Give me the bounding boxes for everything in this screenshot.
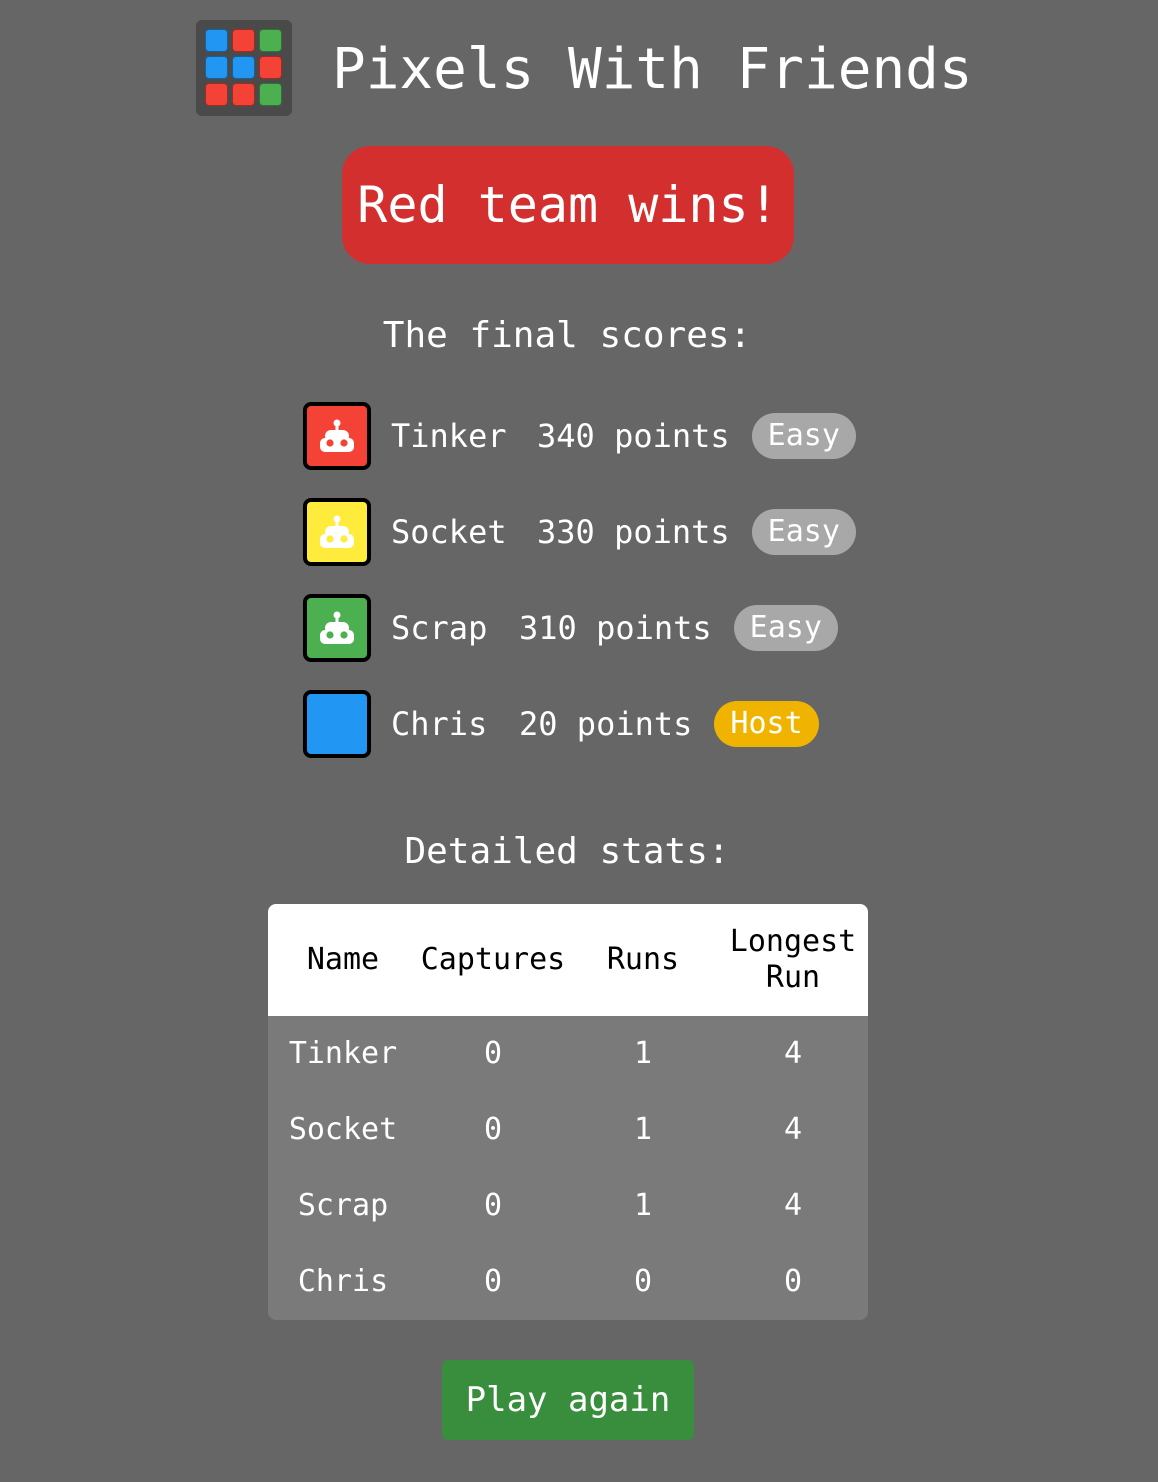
score-row: Tinker 340 points Easy [303,402,856,470]
winner-banner: Red team wins! [342,146,794,264]
table-cell: Scrap [297,1188,389,1223]
column-header-captures: Captures [420,942,566,977]
table-cell: 0 [783,1264,803,1299]
difficulty-badge: Easy [751,509,856,555]
table-cell: 1 [633,1036,653,1071]
table-row: Socket 0 1 4 [268,1092,868,1168]
player-points: 20 points [519,705,693,743]
table-row: Tinker 0 1 4 [268,1016,868,1092]
host-badge: Host [714,701,819,747]
player-avatar [303,690,371,758]
column-header-runs: Runs [606,942,680,977]
stats-table: Name Captures Runs Longest Run Tinker 0 … [268,904,868,1320]
logo-cell [232,56,255,79]
player-name: Socket [391,513,507,551]
table-cell: 0 [483,1188,503,1223]
logo-cell [259,29,282,52]
final-scores-heading: The final scores: [382,315,752,356]
table-cell: Socket [288,1112,398,1147]
logo-cell [232,83,255,106]
score-row: Scrap 310 points Easy [303,594,838,662]
app-logo [196,20,292,116]
player-name: Chris [391,705,488,743]
player-avatar [303,402,371,470]
play-again-button[interactable]: Play again [442,1360,694,1440]
player-points: 330 points [537,513,730,551]
player-points: 310 points [519,609,712,647]
table-cell: 0 [483,1036,503,1071]
table-row: Chris 0 0 0 [268,1244,868,1320]
app-title: Pixels With Friends [332,37,973,102]
logo-cell [259,56,282,79]
column-header-name: Name [306,942,380,977]
table-cell: 0 [633,1264,653,1299]
table-cell: 1 [633,1188,653,1223]
table-cell: 4 [783,1112,803,1147]
table-cell: Tinker [288,1036,398,1071]
logo-cell [205,83,228,106]
difficulty-badge: Easy [733,605,838,651]
logo-cell [232,29,255,52]
table-row: Scrap 0 1 4 [268,1168,868,1244]
table-cell: 1 [633,1112,653,1147]
table-cell: Chris [297,1264,389,1299]
detailed-stats-heading: Detailed stats: [404,831,730,872]
player-points: 340 points [537,417,730,455]
stats-table-header: Name Captures Runs Longest Run [268,904,868,1016]
table-cell: 0 [483,1112,503,1147]
logo-cell [259,83,282,106]
table-cell: 4 [783,1036,803,1071]
score-row: Socket 330 points Easy [303,498,856,566]
table-cell: 0 [483,1264,503,1299]
player-avatar [303,594,371,662]
player-name: Scrap [391,609,488,647]
logo-cell [205,56,228,79]
player-avatar [303,498,371,566]
player-name: Tinker [391,417,507,455]
table-cell: 4 [783,1188,803,1223]
difficulty-badge: Easy [751,413,856,459]
score-row: Chris 20 points Host [303,690,819,758]
column-header-longest-run: Longest Run [729,924,857,995]
logo-cell [205,29,228,52]
